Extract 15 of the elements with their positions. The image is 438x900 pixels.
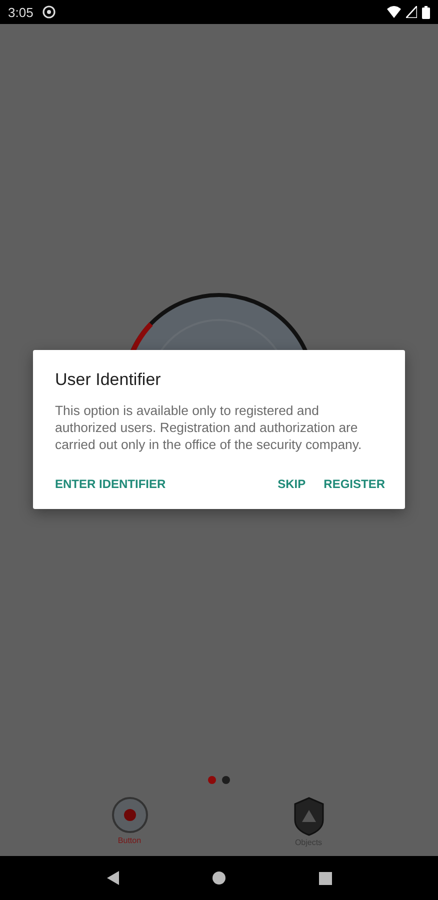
battery-icon — [422, 6, 430, 18]
signal-icon — [406, 6, 417, 18]
dialog-action-button[interactable]: ENTER IDENTIFIER — [51, 473, 170, 495]
dialog-action-button[interactable]: SKIP — [274, 473, 310, 495]
shield-icon — [292, 796, 324, 836]
dialog-title: User Identifier — [55, 370, 162, 390]
recents-icon[interactable] — [318, 872, 332, 884]
notification-icon — [42, 5, 56, 19]
dialog-action-button[interactable]: REGISTER — [320, 473, 389, 495]
dialog-message: This option is available only to registered and authorized users. Registration and authorization are carried out only in the office of the security company. — [55, 402, 363, 453]
back-icon[interactable] — [106, 870, 120, 886]
home-icon[interactable] — [212, 871, 226, 885]
wifi-icon — [387, 6, 401, 18]
round-button-icon — [110, 796, 148, 834]
clock: 3:05 — [8, 4, 34, 20]
